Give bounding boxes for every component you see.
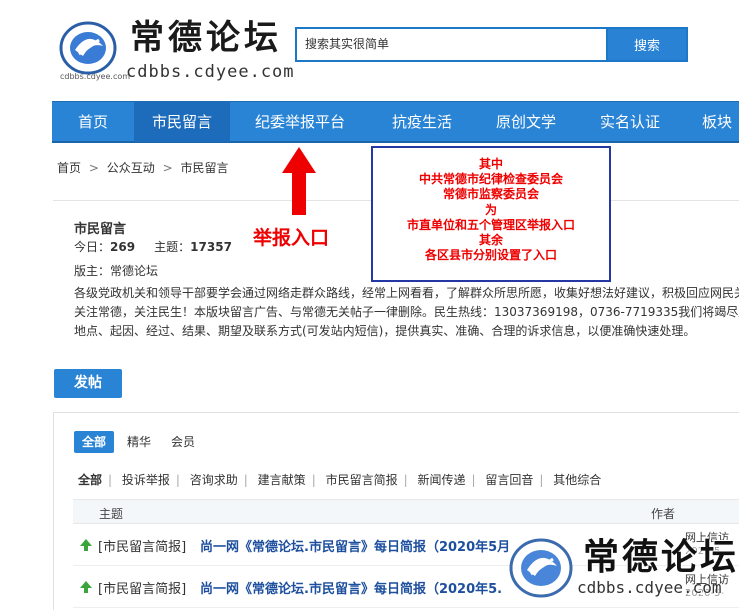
callout-line: 常德市监察委员会 (442, 187, 539, 202)
callout-line: 市直单位和五个管理区举报入口 (406, 217, 575, 232)
watermark-logo-icon (509, 538, 573, 598)
category-briefing[interactable]: 市民留言简报 (326, 473, 398, 487)
site-watermark: 常德论坛 cdbbs.cdyee.com (505, 528, 739, 610)
callout-line: 为 (484, 202, 497, 217)
thread-category[interactable]: [市民留言简报] (98, 536, 186, 555)
site-logo-icon[interactable] (55, 16, 121, 78)
today-count: 269 (110, 240, 136, 254)
breadcrumb-public-interaction[interactable]: 公众互动 (107, 161, 155, 175)
search-input[interactable]: 搜索其实很简单 (295, 27, 608, 62)
watermark-url: cdbbs.cdyee.com (577, 578, 722, 597)
category-inquiry[interactable]: 咨询求助 (190, 473, 238, 487)
site-url: cdbbs.cdyee.com (126, 62, 295, 82)
forum-description: 各级党政机关和领导干部要学会通过网络走群众路线，经常上网看看，了解群众所思所愿，… (74, 284, 739, 341)
callout-line: 中共常德市纪律检查委员会 (418, 172, 563, 187)
thread-category[interactable]: [市民留言简报] (98, 578, 186, 597)
today-label: 今日： (74, 240, 111, 254)
breadcrumb: 首页 > 公众互动 > 市民留言 (57, 159, 232, 176)
report-entry-label: 举报入口 (253, 227, 330, 249)
forum-stats: 今日：269 主题：17357 (74, 238, 232, 255)
thread-table-header: 主题 作者 (73, 499, 739, 524)
pinned-thread-icon (80, 539, 92, 551)
pinned-thread-icon (80, 581, 92, 593)
category-filter-bar: 全部 | 投诉举报 | 咨询求助 | 建言献策 | 市民留言简报 | 新闻传递 | 留言回音… (78, 473, 602, 487)
category-suggestions[interactable]: 建言献策 (258, 473, 306, 487)
tab-members[interactable]: 会员 (171, 431, 195, 453)
breadcrumb-separator: > (162, 161, 173, 175)
nav-item-discipline-report[interactable]: 纪委举报平台 (230, 102, 370, 142)
tab-featured[interactable]: 精华 (127, 431, 151, 453)
category-complaints[interactable]: 投诉举报 (122, 473, 170, 487)
red-up-arrow-icon (282, 147, 316, 215)
callout-line: 其余 (478, 233, 503, 248)
callout-line: 各区县市分别设置了入口 (424, 248, 557, 263)
nav-item-citizen-messages[interactable]: 市民留言 (134, 102, 230, 142)
forum-title: 市民留言 (74, 222, 127, 237)
breadcrumb-separator: > (88, 161, 99, 175)
callout-box: 其中 中共常德市纪律检查委员会 常德市监察委员会 为 市直单位和五个管理区举报入… (371, 146, 611, 282)
new-post-button[interactable]: 发帖 (54, 369, 122, 398)
column-subject: 主题 (99, 507, 124, 521)
forum-description-line: 各级党政机关和领导干部要学会通过网络走群众路线，经常上网看看，了解群众所思所愿，… (74, 286, 739, 300)
site-header: 常德论坛 cdbbs.cdyee.com cdbbs.cdyee.com 搜索其… (0, 0, 739, 96)
watermark-title: 常德论坛 (583, 536, 739, 578)
nav-item-original-literature[interactable]: 原创文学 (474, 102, 578, 142)
callout-line: 其中 (478, 157, 503, 171)
breadcrumb-citizen-messages[interactable]: 市民留言 (180, 161, 228, 175)
category-other[interactable]: 其他综合 (553, 473, 601, 487)
nav-item-epidemic-life[interactable]: 抗疫生活 (370, 102, 474, 142)
emblem-url: cdbbs.cdyee.com (60, 72, 131, 81)
site-title[interactable]: 常德论坛 (130, 10, 282, 59)
category-news[interactable]: 新闻传递 (417, 473, 465, 487)
forum-description-line: 关注常德，关注民生！本版块留言广告、与常德无关帖子一律删除。民生热线：13037… (74, 305, 739, 319)
nav-item-boards[interactable]: 板块 (682, 102, 739, 142)
nav-item-real-name[interactable]: 实名认证 (578, 102, 682, 142)
column-author: 作者 (651, 507, 676, 521)
search-button[interactable]: 搜索 (606, 27, 688, 62)
nav-item-home[interactable]: 首页 (52, 102, 134, 142)
category-replies[interactable]: 留言回音 (485, 473, 533, 487)
category-all[interactable]: 全部 (78, 473, 102, 487)
breadcrumb-home[interactable]: 首页 (57, 161, 81, 175)
thread-title[interactable]: 尚一网《常德论坛.市民留言》每日简报（2020年5月 (200, 536, 510, 555)
forum-description-line: 地点、起因、经过、结果、期望及联系方式(可发站内短信)，提供真实、准确、合理的诉… (74, 324, 696, 338)
tab-all[interactable]: 全部 (74, 431, 115, 453)
forum-moderator: 版主：常德论坛 (74, 264, 159, 278)
topics-label: 主题： (154, 240, 191, 254)
topics-count: 17357 (190, 240, 232, 254)
thread-title[interactable]: 尚一网《常德论坛.市民留言》每日简报（2020年5. (200, 578, 502, 597)
main-nav: 首页 市民留言 纪委举报平台 抗疫生活 原创文学 实名认证 板块 (52, 101, 739, 143)
